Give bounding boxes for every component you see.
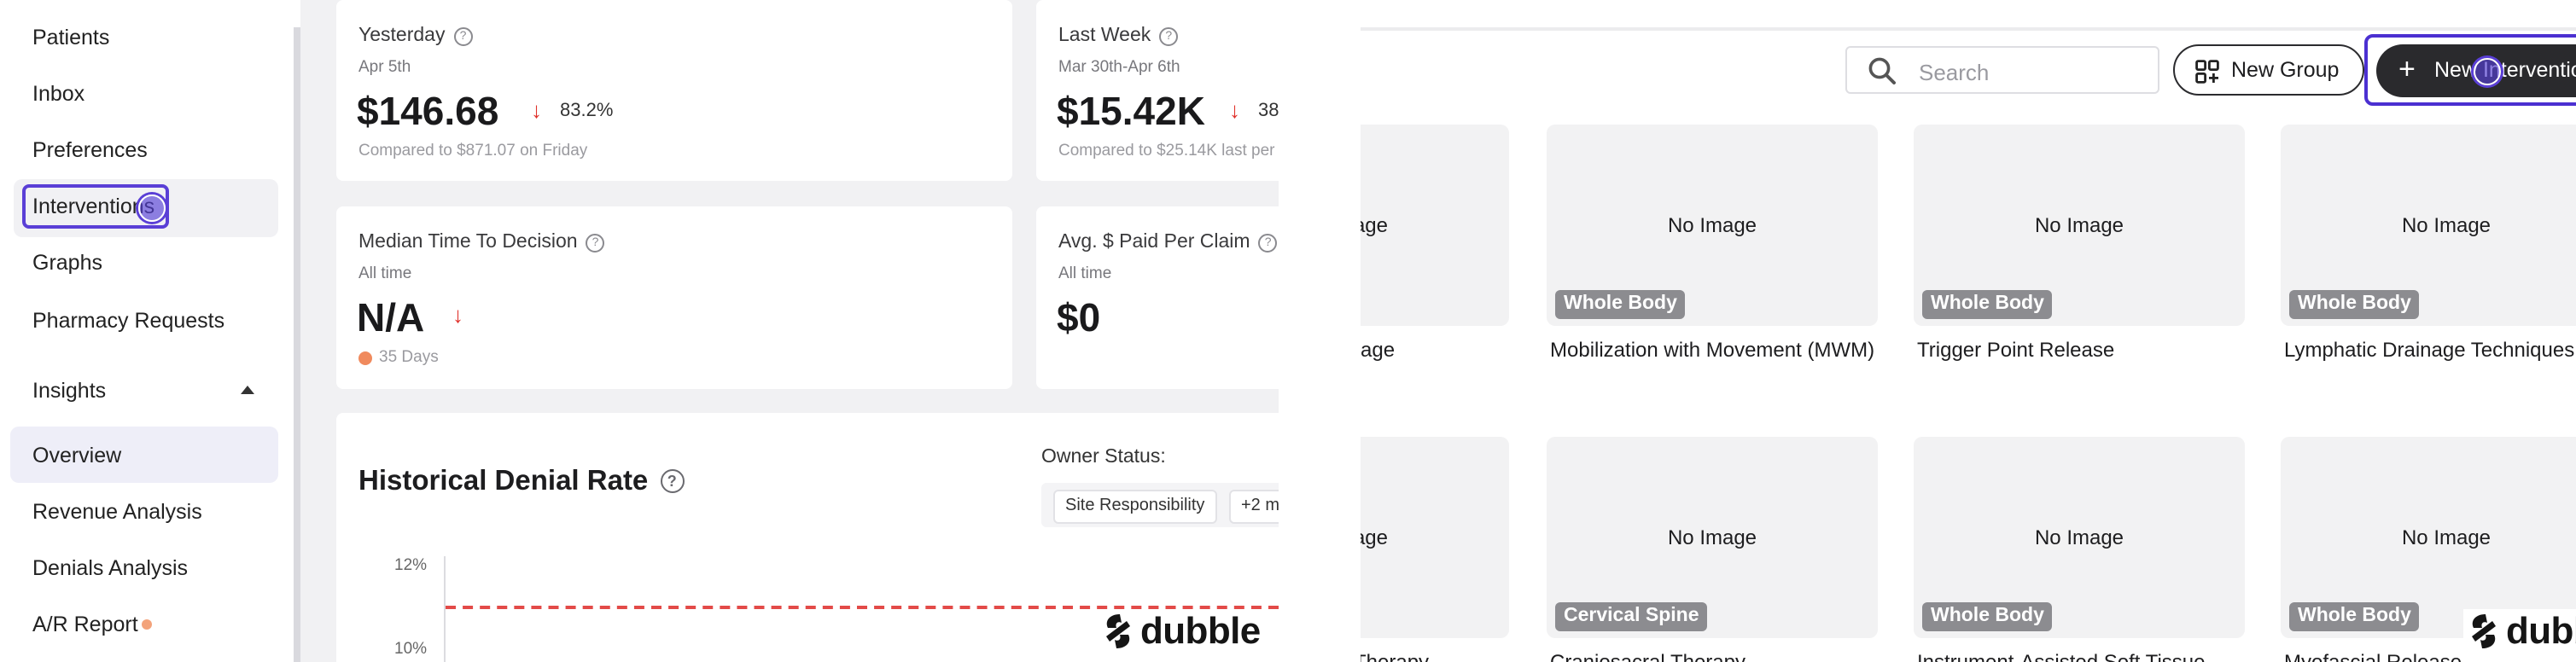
owner-status-label: Owner Status: bbox=[1041, 447, 1166, 467]
sidebar-section-insights[interactable]: Insights bbox=[32, 379, 106, 403]
no-image-text: No Image bbox=[2034, 213, 2124, 237]
y-tick-label: 10% bbox=[394, 640, 428, 659]
chart-title: Historical Denial Rate? bbox=[358, 466, 685, 498]
intervention-tile[interactable]: No Image Whole Body bbox=[1914, 125, 2245, 326]
body-region-tag: Whole Body bbox=[1555, 290, 1686, 319]
intervention-name[interactable]: Trigger Point Release bbox=[1917, 338, 2114, 362]
sidebar-item-ar-report[interactable]: A/R Report bbox=[32, 613, 138, 636]
filter-chip[interactable]: Site Responsibility bbox=[1053, 490, 1217, 524]
help-icon[interactable]: ? bbox=[660, 469, 685, 493]
no-image-text: No Image bbox=[2034, 526, 2124, 549]
sidebar-item-pharmacy-requests[interactable]: Pharmacy Requests bbox=[32, 309, 224, 333]
card-title: Last Week? bbox=[1058, 26, 1179, 46]
search-placeholder: Search bbox=[1919, 60, 1990, 85]
notification-dot bbox=[142, 619, 152, 630]
card-title: Yesterday? bbox=[358, 26, 473, 46]
arrow-down-icon: ↓ bbox=[452, 302, 463, 328]
card-value: N/A bbox=[357, 295, 425, 340]
dubble-logo: dubble bbox=[2463, 609, 2576, 653]
warning-icon bbox=[358, 351, 372, 365]
sidebar: Patients Inbox Preferences Interventions… bbox=[0, 0, 294, 662]
change-percent: 38 bbox=[1258, 101, 1279, 121]
intervention-tile[interactable]: No Image Whole Body bbox=[1914, 437, 2245, 638]
sidebar-divider bbox=[294, 27, 300, 662]
no-image-text: age bbox=[1361, 213, 1388, 237]
sidebar-item-preferences[interactable]: Preferences bbox=[32, 138, 148, 162]
no-image-text: age bbox=[1361, 526, 1388, 549]
card-date: Apr 5th bbox=[358, 58, 411, 77]
dubble-logo: dubble bbox=[1101, 609, 1261, 653]
search-icon bbox=[1868, 57, 1896, 84]
intervention-name[interactable]: Instrument-Assisted Soft Tissue bbox=[1917, 650, 2205, 662]
intervention-tile[interactable]: No Image Cervical Spine bbox=[1547, 437, 1878, 638]
card-footnote: 35 Days bbox=[379, 348, 439, 367]
no-image-text: No Image bbox=[1667, 526, 1757, 549]
owner-status-filter[interactable]: Site Responsibility +2 m bbox=[1041, 483, 1279, 527]
new-group-button[interactable]: New Group bbox=[2173, 44, 2364, 96]
chart-y-axis bbox=[444, 556, 446, 662]
card-period: All time bbox=[358, 264, 412, 283]
help-icon[interactable]: ? bbox=[453, 27, 473, 46]
intervention-name[interactable]: age bbox=[1361, 338, 1395, 362]
card-value: $146.68 bbox=[357, 89, 499, 133]
card-value: $0 bbox=[1057, 295, 1101, 340]
sidebar-item-overview[interactable]: Overview bbox=[32, 444, 121, 467]
new-group-label: New Group bbox=[2231, 58, 2340, 82]
click-indicator bbox=[2474, 58, 2501, 85]
card-date: Mar 30th-Apr 6th bbox=[1058, 58, 1180, 77]
sidebar-item-interventions[interactable]: Interventions bbox=[32, 195, 154, 218]
help-icon[interactable]: ? bbox=[1159, 27, 1179, 46]
interventions-panel: Search New Group + New Intervention age … bbox=[1361, 27, 2576, 662]
click-indicator bbox=[138, 195, 166, 222]
filter-more-chip[interactable]: +2 m bbox=[1229, 490, 1279, 524]
card-period: All time bbox=[1058, 264, 1112, 283]
sidebar-item-patients[interactable]: Patients bbox=[32, 26, 109, 49]
body-region-tag: Whole Body bbox=[1922, 602, 2053, 631]
intervention-tile[interactable]: age bbox=[1361, 437, 1509, 638]
new-intervention-label: New Intervention bbox=[2434, 58, 2576, 82]
y-tick-label: 12% bbox=[394, 556, 428, 575]
dubble-mark-icon bbox=[1106, 614, 1130, 648]
intervention-name[interactable]: Therapy bbox=[1361, 650, 1429, 662]
intervention-tile[interactable]: age bbox=[1361, 125, 1509, 326]
help-icon[interactable]: ? bbox=[1258, 234, 1278, 253]
intervention-tile[interactable]: No Image Whole Body bbox=[2281, 125, 2576, 326]
sidebar-item-graphs[interactable]: Graphs bbox=[32, 251, 102, 275]
change-percent: 83.2% bbox=[560, 101, 614, 121]
sidebar-item-revenue-analysis[interactable]: Revenue Analysis bbox=[32, 500, 202, 524]
panel-top-border bbox=[1361, 27, 2576, 31]
no-image-text: No Image bbox=[2401, 526, 2491, 549]
sidebar-item-denials-analysis[interactable]: Denials Analysis bbox=[32, 556, 188, 580]
arrow-down-icon: ↓ bbox=[531, 97, 542, 123]
card-title: Avg. $ Paid Per Claim? bbox=[1058, 232, 1278, 253]
card-title: Median Time To Decision? bbox=[358, 232, 605, 253]
intervention-name[interactable]: Mobilization with Movement (MWM) bbox=[1550, 338, 1874, 362]
insights-dashboard-panel: Patients Inbox Preferences Interventions… bbox=[0, 0, 1279, 662]
arrow-down-icon: ↓ bbox=[1229, 97, 1240, 123]
intervention-name[interactable]: Craniosacral Therapy bbox=[1550, 650, 1746, 662]
dubble-mark-icon bbox=[2472, 614, 2496, 648]
no-image-text: No Image bbox=[2401, 213, 2491, 237]
body-region-tag: Whole Body bbox=[1922, 290, 2053, 319]
body-region-tag: Whole Body bbox=[2289, 602, 2420, 631]
card-value: $15.42K bbox=[1057, 89, 1205, 133]
logo-wordmark: dubble bbox=[2506, 609, 2576, 652]
card-comparison: Compared to $25.14K last per bbox=[1058, 142, 1275, 160]
no-image-text: No Image bbox=[1667, 213, 1757, 237]
intervention-tile[interactable]: No Image Whole Body bbox=[1547, 125, 1878, 326]
sidebar-item-inbox[interactable]: Inbox bbox=[32, 82, 85, 106]
plus-icon: + bbox=[2398, 53, 2416, 85]
help-icon[interactable]: ? bbox=[586, 234, 605, 253]
intervention-name[interactable]: Myofascial Release bbox=[2284, 650, 2462, 662]
logo-wordmark: dubble bbox=[1140, 609, 1261, 652]
search-input[interactable]: Search bbox=[1845, 46, 2159, 94]
collapse-caret-icon[interactable] bbox=[241, 386, 254, 394]
card-comparison: Compared to $871.07 on Friday bbox=[358, 142, 588, 160]
intervention-name[interactable]: Lymphatic Drainage Techniques bbox=[2284, 338, 2574, 362]
body-region-tag: Cervical Spine bbox=[1555, 602, 1708, 631]
group-grid-icon bbox=[2195, 60, 2219, 84]
screenshot-canvas: Patients Inbox Preferences Interventions… bbox=[0, 0, 2576, 662]
body-region-tag: Whole Body bbox=[2289, 290, 2420, 319]
intervention-tile[interactable]: No Image Whole Body bbox=[2281, 437, 2576, 638]
